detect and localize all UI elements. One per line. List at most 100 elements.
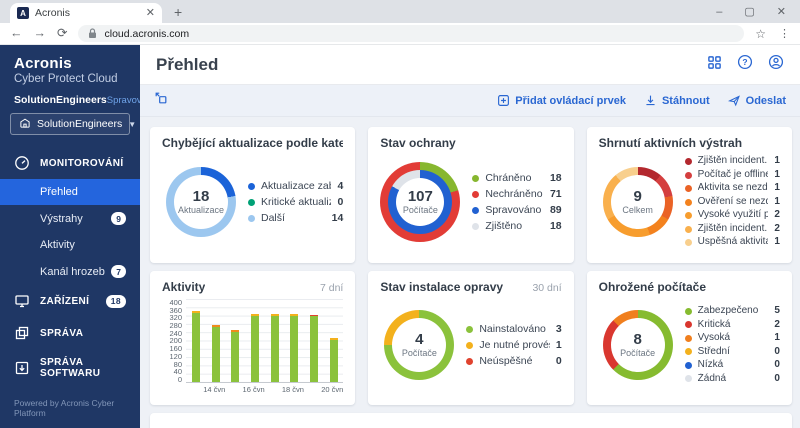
legend-dot (472, 207, 479, 214)
donut-center-value: 18 (193, 189, 210, 205)
sidebar-item-label: MONITOROVÁNÍ (40, 158, 124, 169)
url-text: cloud.acronis.com (104, 28, 189, 40)
lock-icon (88, 28, 97, 39)
sidebar-item-monitoring[interactable]: MONITOROVÁNÍ (0, 147, 140, 179)
bar-slot (186, 299, 206, 382)
legend-value: 2 (774, 223, 780, 236)
legend-item: Úspěšná aktivita s upo...1 (685, 236, 780, 249)
x-tick: 14 čvn (203, 385, 225, 394)
widget-protection-status: Stav ochrany 107 Počítače Chráněno18Nech… (368, 127, 573, 263)
x-tick: 16 čvn (243, 385, 265, 394)
widget-title: Stav ochrany (380, 136, 455, 150)
browser-menu-icon[interactable]: ⋮ (779, 27, 790, 40)
sidebar-item-devices[interactable]: ZAŘÍZENÍ 18 (0, 285, 140, 317)
bar-slot (284, 299, 304, 382)
legend-label: Ověření se nezdařilo (698, 196, 769, 209)
sidebar-item-management[interactable]: SPRÁVA (0, 317, 140, 349)
legend: Chráněno18Nechráněno71Spravováno89Zjiště… (472, 172, 561, 233)
window-close-button[interactable]: ✕ (777, 2, 786, 22)
legend-item: Chráněno18 (472, 172, 561, 185)
dashboard-toolbar: Přidat ovládací prvek Stáhnout Odeslat (140, 85, 800, 117)
widget-title: Ohrožené počítače (599, 280, 706, 294)
sidebar-item-software-management[interactable]: SPRÁVA SOFTWARU (0, 349, 140, 387)
donut-chart: 107 Počítače (380, 162, 460, 242)
url-input[interactable]: cloud.acronis.com (78, 25, 744, 42)
legend-label: Úspěšná aktivita s upo... (698, 236, 769, 249)
bookmark-star-icon[interactable]: ☆ (755, 27, 766, 41)
legend-item: Zjištěn incident.1 (685, 155, 780, 168)
bar (290, 299, 298, 382)
sidebar-item-label: ZAŘÍZENÍ (40, 296, 89, 307)
donut-center-value: 4 (415, 332, 423, 348)
sidebar-item-label: SPRÁVA SOFTWARU (40, 357, 126, 379)
y-tick: 0 (162, 376, 182, 383)
legend-label: Zjištěn incident. (698, 223, 769, 236)
legend-dot (472, 191, 479, 198)
acronis-logo: Acronis Cyber Protect Cloud (0, 45, 140, 92)
legend-item: Je nutné provést resta...1 (466, 339, 561, 352)
organization-selector[interactable]: SolutionEngineers ▼ (10, 113, 130, 135)
y-axis: 40036032028024020016012080400 (162, 299, 182, 383)
legend-item: Zjištěn incident. 2 (685, 223, 780, 236)
legend-value: 1 (774, 155, 780, 168)
legend-value: 4 (337, 180, 343, 193)
legend-dot (685, 199, 692, 206)
sidebar-item-overview[interactable]: Přehled (0, 179, 140, 205)
legend-dot (685, 212, 692, 219)
download-icon (644, 94, 657, 107)
expand-dashboard-icon[interactable] (154, 91, 168, 110)
apps-grid-icon[interactable] (707, 55, 722, 75)
legend-value: 0 (774, 359, 780, 372)
legend-value: 0 (556, 355, 562, 368)
back-icon[interactable]: ← (10, 27, 23, 40)
legend-item: Neúspěšné0 (466, 355, 561, 368)
legend-value: 1 (774, 169, 780, 182)
legend-item: Zabezpečeno5 (685, 305, 780, 318)
help-icon[interactable]: ? (737, 54, 753, 75)
donut-center-label: Počítače (403, 205, 438, 215)
download-button[interactable]: Stáhnout (644, 94, 710, 107)
sidebar-item-threat-feed[interactable]: Kanál hrozeb 7 (0, 258, 140, 285)
bars (186, 299, 343, 382)
browser-tab[interactable]: A Acronis ✕ (10, 3, 162, 23)
layers-icon (14, 325, 30, 341)
donut-center-label: Aktualizace (178, 205, 224, 215)
donut-center-label: Počítače (402, 348, 437, 358)
legend-value: 71 (550, 188, 562, 201)
threat-feed-badge: 7 (111, 265, 126, 278)
legend-item: Aktualizace zabezpeč...4 (248, 180, 343, 193)
legend-dot (685, 348, 692, 355)
forward-icon[interactable]: → (34, 27, 47, 40)
sidebar-item-alerts[interactable]: Výstrahy 9 (0, 205, 140, 232)
widget-next-row-partial (150, 413, 792, 428)
x-tick: 20 čvn (321, 385, 343, 394)
tab-close-icon[interactable]: ✕ (146, 8, 155, 19)
legend-dot (685, 362, 692, 369)
account-icon[interactable] (768, 54, 784, 75)
add-widget-button[interactable]: Přidat ovládací prvek (497, 94, 626, 107)
sidebar-item-label: Aktivity (40, 239, 75, 251)
bar (192, 299, 200, 382)
legend-item: Aktivita se nezdařila1 (685, 182, 780, 195)
bar (251, 299, 259, 382)
legend-item: Ověření se nezdařilo1 (685, 196, 780, 209)
legend-dot (685, 375, 692, 382)
sidebar: Acronis Cyber Protect Cloud SolutionEngi… (0, 45, 140, 428)
new-tab-button[interactable]: + (174, 2, 182, 22)
bar-segment (271, 316, 279, 382)
account-name: SolutionEngineers (14, 94, 107, 106)
sidebar-item-activities[interactable]: Aktivity (0, 232, 140, 258)
window-minimize-button[interactable]: – (716, 2, 722, 22)
window-maximize-button[interactable]: ▢ (744, 2, 754, 22)
sidebar-item-label: Přehled (40, 186, 78, 198)
powered-by-text: Powered by Acronis Cyber Platform (0, 392, 140, 428)
send-button[interactable]: Odeslat (728, 94, 786, 107)
sidebar-item-label: Výstrahy (40, 213, 83, 225)
refresh-icon[interactable]: ⟳ (57, 27, 67, 40)
legend-dot (472, 175, 479, 182)
legend-item: Vysoké využití paměti2 (685, 209, 780, 222)
legend-item: Kritické aktualizace0 (248, 196, 343, 209)
legend-dot (248, 199, 255, 206)
y-tick: 400 (162, 299, 182, 306)
legend: Aktualizace zabezpeč...4 Kritické aktuali… (248, 180, 343, 225)
